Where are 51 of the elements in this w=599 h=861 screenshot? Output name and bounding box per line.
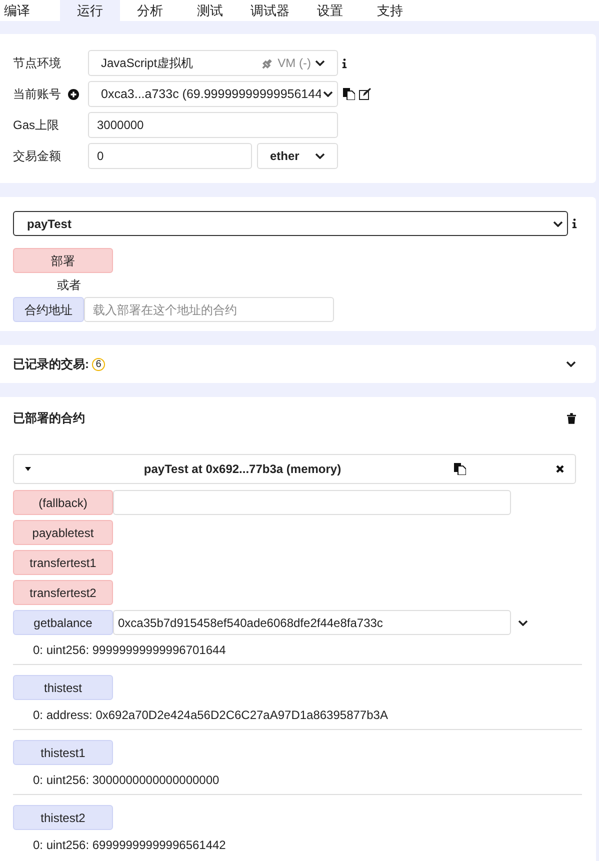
address-field[interactable]: 载入部署在这个地址的合约 <box>84 297 334 322</box>
copy-icon[interactable] <box>454 463 466 475</box>
environment-select[interactable]: JavaScript虚拟机 VM (-) <box>88 50 338 76</box>
function-button[interactable]: thistest <box>13 675 113 700</box>
argument-field[interactable] <box>113 490 511 515</box>
at-address-button[interactable]: 合约地址 <box>13 297 84 322</box>
copy-icon[interactable] <box>343 88 355 100</box>
result-text: 0: uint256: 99999999999996701644 <box>32 643 227 657</box>
plug-icon <box>260 56 274 70</box>
chevron-down-icon[interactable] <box>323 91 333 97</box>
function-button[interactable]: transfertest1 <box>13 550 113 575</box>
field-label: Gas上限 <box>13 117 60 134</box>
instance-title: payTest at 0x692...77b3a (memory) <box>142 461 342 478</box>
trash-icon[interactable] <box>567 412 576 424</box>
info-icon[interactable] <box>572 218 577 229</box>
info-icon[interactable] <box>342 58 347 68</box>
result-text: 0: uint256: 69999999999996561442 <box>32 838 227 852</box>
function-button[interactable]: transfertest2 <box>13 580 113 605</box>
result-text: 0: address: 0x692a70D2e424a56D2C6C27aA97D1a86395877b3A <box>32 708 389 722</box>
value-field[interactable]: 0 <box>88 143 252 169</box>
chevron-down-icon[interactable] <box>553 220 563 226</box>
function-button[interactable]: thistest2 <box>13 805 113 830</box>
field-label: 交易金额 <box>13 148 61 165</box>
function-button[interactable]: thistest1 <box>13 740 113 765</box>
function-button[interactable]: (fallback) <box>13 490 113 515</box>
field-label: 节点环境 <box>13 55 61 72</box>
unit-select[interactable]: ether <box>257 143 338 169</box>
plus-circle-icon[interactable] <box>68 88 79 100</box>
or-label: 或者 <box>56 277 82 294</box>
close-icon[interactable] <box>556 465 564 473</box>
expand-chevron-icon[interactable] <box>518 620 528 626</box>
tab[interactable]: 运行 <box>60 0 120 21</box>
count-badge: 6 <box>92 358 105 370</box>
chevron-down-icon[interactable] <box>315 153 325 159</box>
instance-header[interactable]: payTest at 0x692...77b3a (memory) <box>13 454 576 484</box>
network-label: VM (-) <box>278 55 311 72</box>
section-title: 已记录的交易: <box>13 356 89 373</box>
argument-field[interactable]: 0xca35b7d915458ef540ade6068dfe2f44e8fa733c <box>113 610 511 635</box>
caret-down-icon[interactable] <box>25 467 31 471</box>
result-text: 0: uint256: 3000000000000000000 <box>32 773 220 787</box>
edit-icon[interactable] <box>359 88 371 100</box>
section-title: 已部署的合约 <box>13 410 85 427</box>
chevron-down-icon[interactable] <box>566 361 576 367</box>
chevron-down-icon[interactable] <box>315 60 325 66</box>
field-label: 当前账号 <box>13 86 61 103</box>
environment-value: JavaScript虚拟机 <box>101 55 194 72</box>
function-button[interactable]: payabletest <box>13 520 113 545</box>
contract-select[interactable]: payTest <box>13 211 568 236</box>
gas-limit-field[interactable]: 3000000 <box>88 112 338 138</box>
deploy-button[interactable]: 部署 <box>13 248 113 273</box>
function-button[interactable]: getbalance <box>13 610 113 635</box>
